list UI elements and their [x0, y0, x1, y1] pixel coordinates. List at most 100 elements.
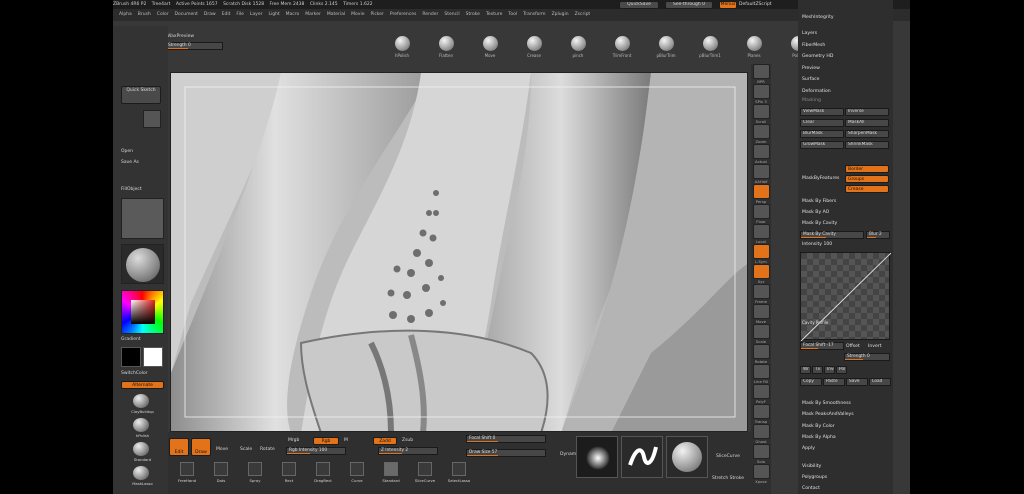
- shelf-rotate[interactable]: [753, 344, 770, 359]
- panel-item-6[interactable]: Deformation: [802, 89, 831, 94]
- wax-preview-label[interactable]: WaxPreview: [167, 34, 194, 39]
- shelf-frame[interactable]: [753, 284, 770, 299]
- stroke-rect-icon[interactable]: [282, 462, 296, 476]
- small-button[interactable]: Tx: [812, 366, 823, 374]
- shelf-xpose[interactable]: [753, 464, 770, 479]
- alternate-button[interactable]: Alternate: [121, 381, 164, 389]
- strength-slider[interactable]: Strength 0: [165, 42, 223, 50]
- mask-button[interactable]: ViewMask: [800, 108, 844, 116]
- masking-header[interactable]: Masking: [802, 98, 821, 103]
- zadd-button[interactable]: Zadd: [373, 437, 397, 445]
- shelf-aahalf[interactable]: [753, 164, 770, 179]
- shelf-persp[interactable]: [753, 184, 770, 199]
- copy-button[interactable]: Paste: [823, 378, 845, 386]
- shelf-bpr[interactable]: [753, 64, 770, 79]
- left-brush-icon[interactable]: [133, 394, 149, 408]
- sculpt-viewport[interactable]: [171, 73, 748, 432]
- move-button[interactable]: Move: [216, 447, 228, 452]
- m-button[interactable]: M: [344, 438, 348, 443]
- mask-button[interactable]: SharpenMask: [845, 130, 889, 138]
- menu-draw[interactable]: Draw: [204, 12, 216, 17]
- menu-render[interactable]: Render: [422, 12, 438, 17]
- shelf-xyz[interactable]: [753, 264, 770, 279]
- panel-bottom-item-1[interactable]: Polygroups: [802, 475, 827, 480]
- shelf-scale[interactable]: [753, 324, 770, 339]
- fill-object-label[interactable]: FillObject: [121, 187, 142, 192]
- strength-slider-panel[interactable]: Strength 0: [844, 353, 890, 361]
- panel-bottom-item-2[interactable]: Contact: [802, 486, 820, 491]
- mask-by-features[interactable]: MaskByFeatures: [802, 176, 839, 181]
- shelf-actual[interactable]: [753, 144, 770, 159]
- draw-button[interactable]: Draw: [191, 438, 211, 456]
- mask-button[interactable]: Inverse: [845, 108, 889, 116]
- left-brush-icon[interactable]: [133, 442, 149, 456]
- menu-layer[interactable]: Layer: [250, 12, 263, 17]
- mask-peaks-valleys[interactable]: Mask PeaksAndValleys: [802, 412, 854, 417]
- menu-edit[interactable]: Edit: [222, 12, 231, 17]
- focal-shift-slider[interactable]: Focal Shift 0: [466, 435, 546, 443]
- feature-groups[interactable]: Groups: [845, 175, 889, 183]
- material-swatch-icon[interactable]: [143, 110, 161, 128]
- brush-tool-hpolish[interactable]: hPolish: [383, 32, 421, 58]
- quick-sketch-button[interactable]: Quick Sketch: [121, 86, 161, 104]
- menu-document[interactable]: Document: [175, 12, 198, 17]
- rgb-button[interactable]: Rgb: [313, 437, 339, 445]
- stroke-spray-icon[interactable]: [248, 462, 262, 476]
- menu-brush[interactable]: Brush: [138, 12, 151, 17]
- menu-file[interactable]: File: [236, 12, 244, 17]
- stroke-preview[interactable]: [621, 436, 663, 478]
- panel-item-5[interactable]: Surface: [802, 77, 820, 82]
- apply-button[interactable]: Apply: [802, 446, 815, 451]
- menu-movie[interactable]: Movie: [351, 12, 364, 17]
- stretch-stroke-button[interactable]: Stretch Stroke: [712, 476, 744, 481]
- shelf-solo[interactable]: [753, 444, 770, 459]
- alpha-preview[interactable]: [576, 436, 618, 478]
- rgb-intensity-slider[interactable]: Rgb Intensity 100: [286, 447, 346, 455]
- menu-light[interactable]: Light: [268, 12, 279, 17]
- panel-item-2[interactable]: FiberMesh: [802, 43, 825, 48]
- feature-crease[interactable]: Crease: [845, 185, 889, 193]
- z-intensity-slider[interactable]: Z Intensity 2: [378, 447, 438, 455]
- draw-size-slider[interactable]: Draw Size 57: [466, 449, 546, 457]
- menu-texture[interactable]: Texture: [486, 12, 502, 17]
- menu-preferences[interactable]: Preferences: [390, 12, 416, 17]
- menu-alpha[interactable]: Alpha: [119, 12, 132, 17]
- focal-shift-slider-panel[interactable]: Focal Shift -17: [800, 342, 844, 350]
- panel-item-1[interactable]: Layers: [802, 31, 817, 36]
- menu-marker[interactable]: Marker: [305, 12, 321, 17]
- menus-toggle[interactable]: Menus: [719, 1, 737, 9]
- brush-tool-pblurtrim[interactable]: pBlurTrim: [647, 32, 685, 58]
- mask-by-color[interactable]: Mask By Color: [802, 424, 835, 429]
- brush-tool-crease[interactable]: Crease: [515, 32, 553, 58]
- seethrough-slider[interactable]: See-through 0: [665, 1, 713, 9]
- menu-tool[interactable]: Tool: [508, 12, 517, 17]
- current-brush-preview[interactable]: [666, 436, 708, 478]
- menu-transform[interactable]: Transform: [523, 12, 545, 17]
- shelf-transp[interactable]: [753, 404, 770, 419]
- menu-material[interactable]: Material: [327, 12, 345, 17]
- primary-color[interactable]: [143, 347, 163, 367]
- copy-button[interactable]: Copy: [800, 378, 822, 386]
- menu-macro[interactable]: Macro: [286, 12, 300, 17]
- cavity-profile-curve[interactable]: [800, 252, 892, 342]
- mask-by-ao[interactable]: Mask By AO: [802, 210, 829, 215]
- mask-button[interactable]: MaskAll: [845, 119, 889, 127]
- invert-label[interactable]: Invert: [868, 344, 882, 349]
- brush-tool-planes[interactable]: Planes: [735, 32, 773, 58]
- brush-tool-flatten[interactable]: Flatten: [427, 32, 465, 58]
- copy-button[interactable]: Load: [869, 378, 891, 386]
- stroke-dots-icon[interactable]: [214, 462, 228, 476]
- open-button[interactable]: Open: [121, 149, 133, 154]
- menu-stencil[interactable]: Stencil: [444, 12, 459, 17]
- brush-tool-trimfront[interactable]: TrimFront: [603, 32, 641, 58]
- slice-curve-button[interactable]: SliceCurve: [716, 454, 740, 459]
- shelf-spix-3[interactable]: [753, 84, 770, 99]
- secondary-color[interactable]: [121, 347, 141, 367]
- brush-tool-pinch[interactable]: pinch: [559, 32, 597, 58]
- copy-button[interactable]: Save: [846, 378, 868, 386]
- document-canvas[interactable]: [170, 72, 748, 432]
- shelf-local[interactable]: [753, 224, 770, 239]
- stroke-selectlasso-icon[interactable]: [452, 462, 466, 476]
- default-script[interactable]: DefaultZScript: [739, 2, 772, 7]
- shelf-ghost[interactable]: [753, 424, 770, 439]
